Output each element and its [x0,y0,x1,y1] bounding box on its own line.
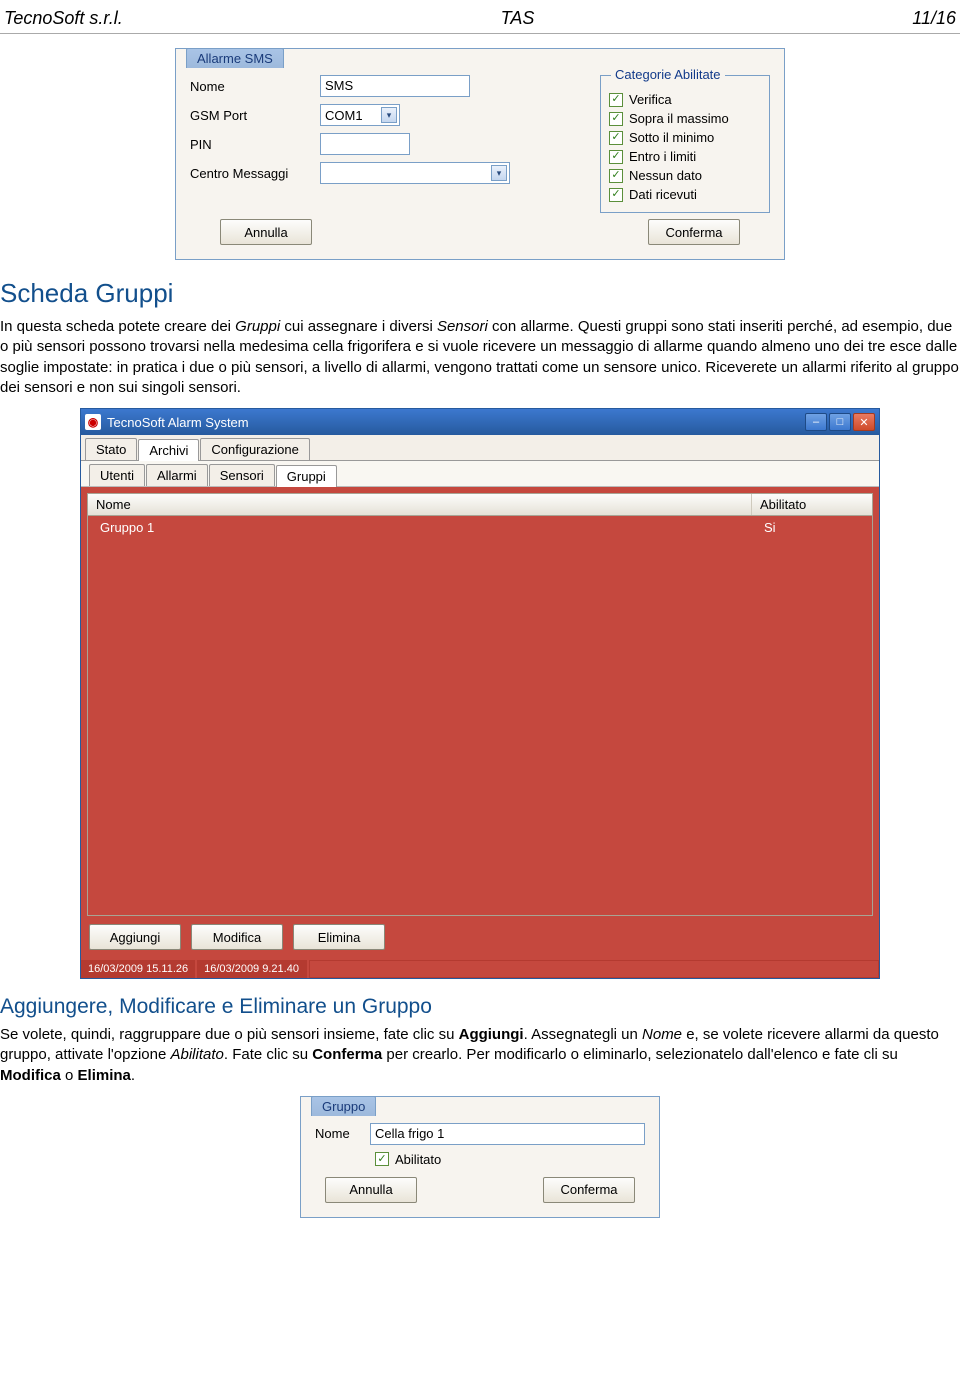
cell-nome: Gruppo 1 [88,516,752,539]
category-row[interactable]: Dati ricevuti [609,187,761,202]
gruppo-dialog-title: Gruppo [311,1096,376,1116]
chevron-down-icon: ▾ [381,107,397,123]
category-row[interactable]: Sopra il massimo [609,111,761,126]
subtab-utenti[interactable]: Utenti [89,464,145,486]
status-time-1: 16/03/2009 15.11.26 [81,960,195,978]
category-label: Entro i limiti [629,149,696,164]
subtab-allarmi[interactable]: Allarmi [146,464,208,486]
category-row[interactable]: Verifica [609,92,761,107]
nome-input[interactable]: SMS [320,75,470,97]
category-row[interactable]: Entro i limiti [609,149,761,164]
section1-paragraph: In questa scheda potete creare dei Grupp… [0,317,960,398]
gsmport-value: COM1 [325,108,363,123]
add-button[interactable]: Aggiungi [89,924,181,950]
gruppo-nome-label: Nome [315,1126,370,1141]
category-label: Nessun dato [629,168,702,183]
cell-abilitato: Si [752,516,872,539]
categories-title: Categorie Abilitate [611,67,725,82]
centro-select[interactable]: ▾ [320,162,510,184]
category-label: Sotto il minimo [629,130,714,145]
status-empty [309,960,879,978]
page-header: TecnoSoft s.r.l. TAS 11/16 [0,0,960,34]
edit-button[interactable]: Modifica [191,924,283,950]
section2-paragraph: Se volete, quindi, raggruppare due o più… [0,1025,960,1086]
tab-archivi[interactable]: Archivi [138,439,199,461]
pin-label: PIN [190,137,320,152]
category-label: Dati ricevuti [629,187,697,202]
bottom-button-bar: Aggiungi Modifica Elimina [81,916,879,958]
tab-configurazione[interactable]: Configurazione [200,438,309,460]
gsmport-select[interactable]: COM1 ▾ [320,104,400,126]
checkbox-icon[interactable] [609,169,623,183]
header-doc: TAS [123,8,913,29]
table-row[interactable]: Gruppo 1 Si [88,516,872,539]
gruppo-cancel-button[interactable]: Annulla [325,1177,417,1203]
close-button[interactable]: ✕ [853,413,875,431]
section-title-aggiungere: Aggiungere, Modificare e Eliminare un Gr… [0,995,960,1019]
checkbox-icon[interactable] [609,131,623,145]
subtab-gruppi[interactable]: Gruppi [276,465,337,487]
gsmport-label: GSM Port [190,108,320,123]
chevron-down-icon: ▾ [491,165,507,181]
checkbox-icon[interactable] [609,93,623,107]
section-title-scheda-gruppi: Scheda Gruppi [0,278,960,309]
delete-button[interactable]: Elimina [293,924,385,950]
col-abilitato[interactable]: Abilitato [752,494,872,515]
category-row[interactable]: Sotto il minimo [609,130,761,145]
alarm-sms-dialog: Allarme SMS Nome SMS GSM Port COM1 ▾ PIN… [175,48,785,260]
titlebar: ◉ TecnoSoft Alarm System – □ ✕ [81,409,879,435]
status-bar: 16/03/2009 15.11.26 16/03/2009 9.21.40 [81,960,879,978]
checkbox-icon[interactable] [609,112,623,126]
maximize-button[interactable]: □ [829,413,851,431]
checkbox-icon[interactable] [609,150,623,164]
subtab-sensori[interactable]: Sensori [209,464,275,486]
centro-label: Centro Messaggi [190,166,320,181]
sub-tabstrip: Utenti Allarmi Sensori Gruppi [81,461,879,487]
checkbox-icon[interactable] [375,1152,389,1166]
confirm-button[interactable]: Conferma [648,219,740,245]
gruppo-abilitato-row[interactable]: Abilitato [375,1152,645,1167]
main-tabstrip: Stato Archivi Configurazione [81,435,879,461]
category-label: Sopra il massimo [629,111,729,126]
minimize-button[interactable]: – [805,413,827,431]
status-time-2: 16/03/2009 9.21.40 [197,960,307,978]
pin-input[interactable] [320,133,410,155]
gruppo-dialog: Gruppo Nome Cella frigo 1 Abilitato Annu… [300,1096,660,1218]
checkbox-icon[interactable] [609,188,623,202]
app-icon: ◉ [85,414,101,430]
nome-label: Nome [190,79,320,94]
app-window: ◉ TecnoSoft Alarm System – □ ✕ Stato Arc… [80,408,880,979]
category-row[interactable]: Nessun dato [609,168,761,183]
gruppo-abilitato-label: Abilitato [395,1152,441,1167]
col-nome[interactable]: Nome [88,494,752,515]
gruppo-nome-input[interactable]: Cella frigo 1 [370,1123,645,1145]
header-page: 11/16 [912,8,956,29]
gruppo-confirm-button[interactable]: Conferma [543,1177,635,1203]
cancel-button[interactable]: Annulla [220,219,312,245]
category-label: Verifica [629,92,672,107]
tab-stato[interactable]: Stato [85,438,137,460]
table-header: Nome Abilitato [87,493,873,516]
app-title: TecnoSoft Alarm System [107,415,249,430]
table-body[interactable]: Gruppo 1 Si [87,516,873,916]
alarm-sms-title: Allarme SMS [186,48,284,68]
header-company: TecnoSoft s.r.l. [4,8,123,29]
